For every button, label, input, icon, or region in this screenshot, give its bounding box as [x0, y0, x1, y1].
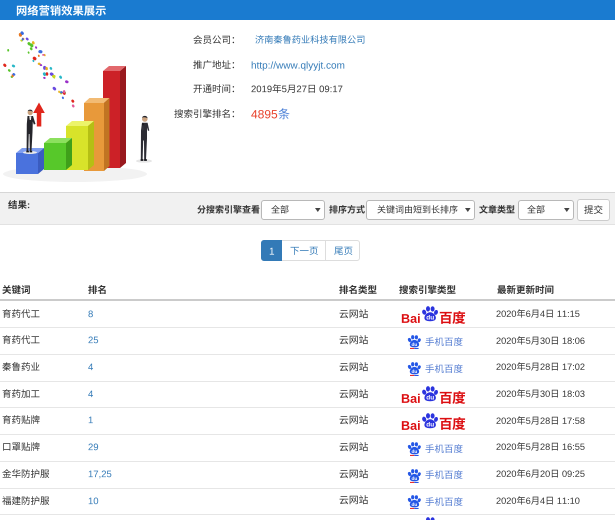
svg-text:du: du: [411, 369, 417, 375]
svg-text:du: du: [426, 422, 434, 429]
svg-text:du: du: [411, 449, 417, 455]
svg-text:du: du: [426, 395, 434, 402]
svg-text:du: du: [411, 476, 417, 482]
svg-text:du: du: [426, 315, 434, 322]
svg-text:du: du: [411, 502, 417, 508]
svg-text:du: du: [411, 342, 417, 348]
